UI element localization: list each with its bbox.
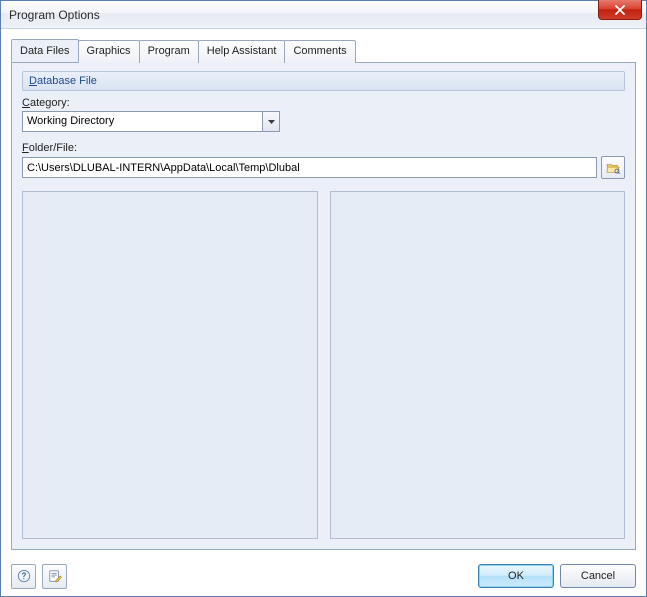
- cancel-button[interactable]: Cancel: [560, 564, 636, 588]
- browse-button[interactable]: [601, 156, 625, 179]
- tab-strip: Data Files Graphics Program Help Assista…: [11, 39, 636, 62]
- category-combo[interactable]: Working Directory: [22, 111, 280, 132]
- help-icon: [17, 569, 31, 583]
- tab-program[interactable]: Program: [139, 40, 199, 63]
- folder-open-icon: [606, 161, 620, 175]
- dual-panels: [22, 191, 625, 539]
- combo-caret[interactable]: [262, 112, 279, 131]
- client-area: Data Files Graphics Program Help Assista…: [1, 29, 646, 556]
- folder-input[interactable]: [22, 157, 597, 178]
- right-panel: [330, 191, 626, 539]
- tab-data-files[interactable]: Data Files: [11, 39, 79, 62]
- titlebar[interactable]: Program Options: [1, 1, 646, 29]
- tab-graphics[interactable]: Graphics: [78, 40, 140, 63]
- category-label: Category:: [22, 97, 625, 109]
- ok-button[interactable]: OK: [478, 564, 554, 588]
- category-value: Working Directory: [23, 112, 262, 131]
- program-options-dialog: Program Options Data Files Graphics Prog…: [0, 0, 647, 597]
- tab-comments[interactable]: Comments: [284, 40, 355, 63]
- left-panel: [22, 191, 318, 539]
- folder-row: [22, 156, 625, 179]
- tab-help-assistant[interactable]: Help Assistant: [198, 40, 286, 63]
- window-title: Program Options: [9, 8, 100, 22]
- close-icon: [615, 5, 625, 15]
- tab-pane-data-files: Database File Category: Working Director…: [11, 62, 636, 550]
- close-button[interactable]: [598, 0, 642, 20]
- folder-label: Folder/File:: [22, 142, 625, 154]
- edit-icon: [48, 569, 62, 583]
- group-header-database-file: Database File: [22, 71, 625, 91]
- help-button[interactable]: [11, 564, 36, 589]
- edit-button[interactable]: [42, 564, 67, 589]
- chevron-down-icon: [268, 120, 275, 124]
- footer-bar: OK Cancel: [1, 556, 646, 596]
